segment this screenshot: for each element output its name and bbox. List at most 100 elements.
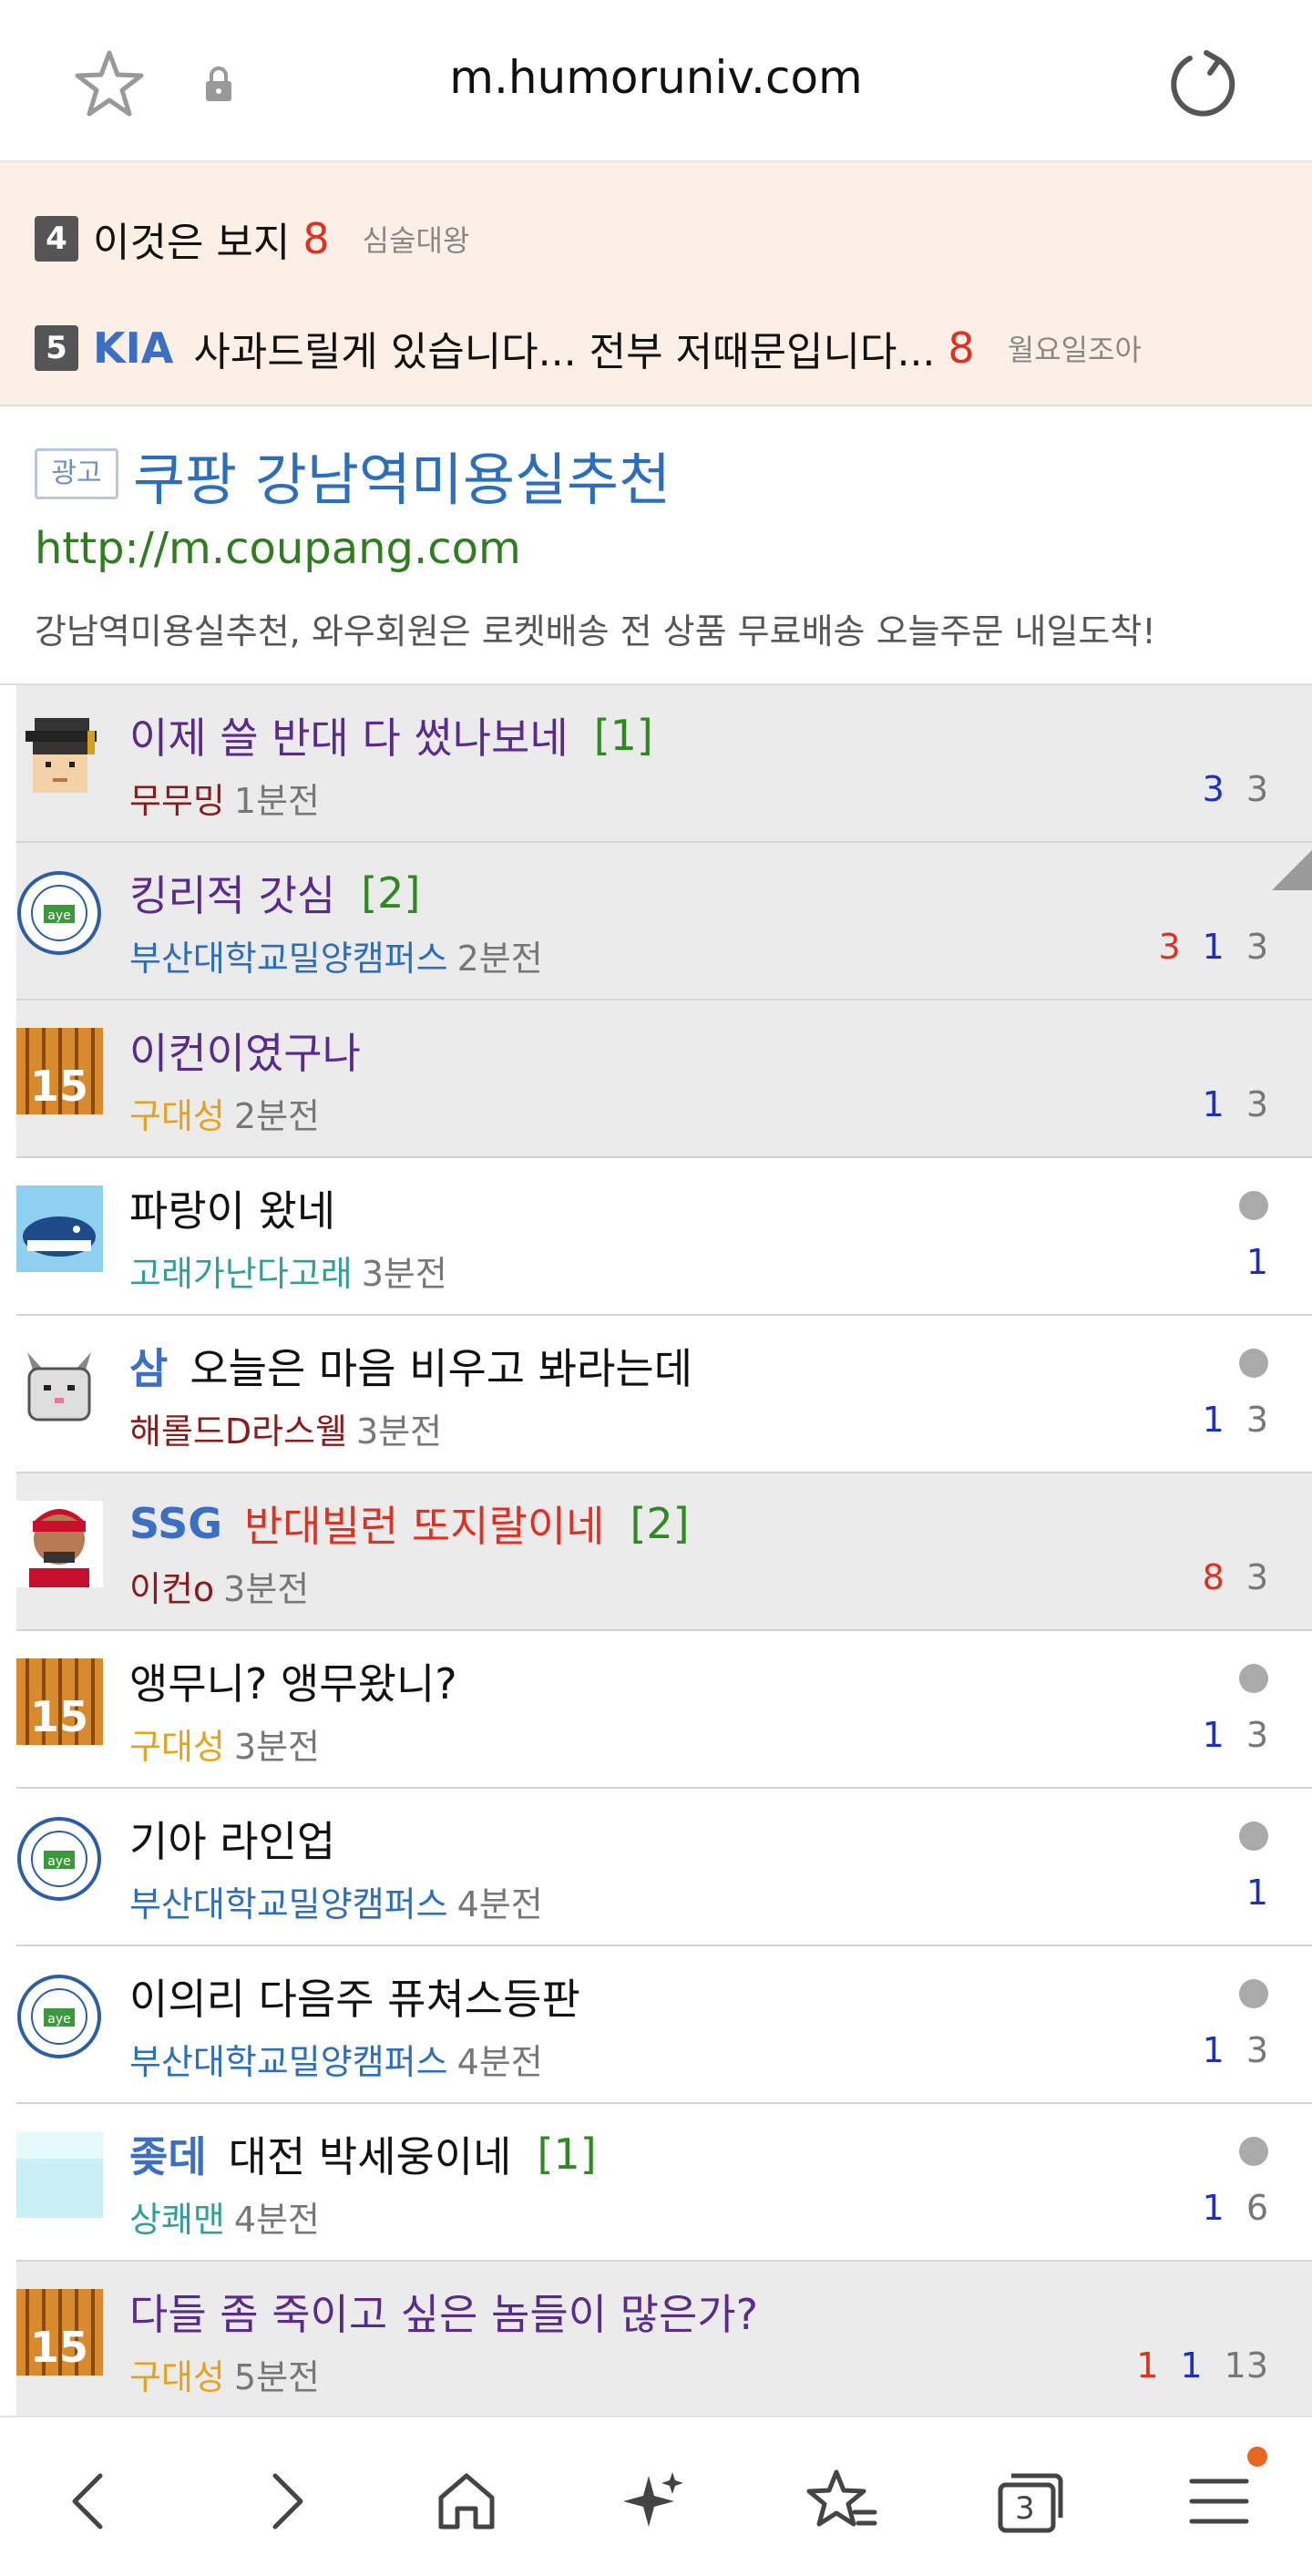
view-count: 3 <box>1245 1400 1268 1440</box>
browser-bottom-bar: 3 <box>0 2416 1312 2576</box>
avatar[interactable]: aye <box>16 870 103 957</box>
post-author[interactable]: 부산대학교밀양캠퍼스 <box>129 2042 448 2082</box>
post-title-row[interactable]: 삼 오늘은 마음 비우고 봐라는데 <box>129 1336 692 1396</box>
avatar[interactable] <box>16 1185 103 1272</box>
browser-address-bar: m.humoruniv.com <box>0 0 1312 162</box>
post-author[interactable]: 이컨o <box>129 1569 214 1609</box>
post-title[interactable]: 오늘은 마음 비우고 봐라는데 <box>190 1336 692 1396</box>
post-author[interactable]: 부산대학교밀양캠퍼스 <box>129 939 448 979</box>
post-title[interactable]: 이컨이였구나 <box>129 1021 361 1081</box>
post-title-row[interactable]: 이의리 다음주 퓨쳐스등판 <box>129 1966 580 2027</box>
post-title[interactable]: 대전 박세웅이네 <box>229 2124 512 2184</box>
post-author[interactable]: 무무밍 <box>129 781 225 821</box>
post-title[interactable]: 앵무니? 앵무왔니? <box>129 1651 457 1711</box>
post-author[interactable]: 고래가난다고래 <box>129 1254 353 1294</box>
reply-count: [1] <box>593 711 653 760</box>
post-stats: 13 <box>1203 1400 1268 1440</box>
post-title-row[interactable]: 기아 라인업 <box>129 1809 335 1869</box>
post-title-row[interactable]: 앵무니? 앵무왔니? <box>129 1651 457 1711</box>
best-post-title[interactable]: 사과드릴게 있습니다... 전부 저때문입니다... <box>193 319 935 377</box>
unread-dot <box>1239 2137 1268 2166</box>
post-stats: 1 <box>1246 1242 1268 1282</box>
team-tag: KIA <box>93 323 174 373</box>
post-title[interactable]: 반대빌런 또지랄이네 <box>244 1493 605 1554</box>
avatar[interactable]: aye <box>16 1974 103 2060</box>
avatar[interactable] <box>16 2131 103 2218</box>
best-post-item[interactable]: 4 이것은 보지 8 심술대왕 <box>35 210 469 268</box>
like-count: 1 <box>1202 1400 1225 1440</box>
dislike-count: 3 <box>1158 927 1181 967</box>
bookmarks-icon[interactable] <box>804 2463 880 2540</box>
post-title-row[interactable]: SSG 반대빌런 또지랄이네 [2] <box>129 1493 690 1554</box>
reply-count: [1] <box>537 2130 597 2179</box>
avatar[interactable] <box>16 713 103 799</box>
avatar[interactable] <box>16 1343 103 1430</box>
post-row[interactable]: 15 앵무니? 앵무왔니? 구대성 3분전 1 3 <box>16 1631 1312 1789</box>
post-row[interactable]: 15 이컨이였구나 구대성 2분전 1 3 <box>16 1001 1312 1158</box>
post-title-row[interactable]: 좆데 대전 박세웅이네 [1] <box>129 2124 597 2184</box>
forward-icon[interactable] <box>246 2463 323 2540</box>
post-author[interactable]: 해롤드D라스웰 <box>129 1411 347 1452</box>
best-posts-panel: 4 이것은 보지 8 심술대왕 5 KIA 사과드릴게 있습니다... 전부 저… <box>0 162 1312 406</box>
post-title-row[interactable]: 다들 좀 죽이고 싶은 놈들이 많은가? <box>129 2282 758 2342</box>
post-row[interactable]: 15 다들 좀 죽이고 싶은 놈들이 많은가? 구대성 5분전 1 1 13 <box>16 2262 1312 2419</box>
post-time: 4분전 <box>233 2200 320 2240</box>
best-post-author: 월요일조아 <box>1007 333 1142 367</box>
post-title[interactable]: 기아 라인업 <box>129 1809 335 1869</box>
post-title[interactable]: 파랑이 왔네 <box>129 1178 335 1238</box>
dislike-count: 1 <box>1136 2345 1159 2386</box>
post-title-row[interactable]: 파랑이 왔네 <box>129 1178 335 1238</box>
back-icon[interactable] <box>53 2463 129 2540</box>
avatar[interactable]: 15 <box>16 1658 103 1745</box>
rank-badge: 5 <box>35 325 78 371</box>
avatar[interactable] <box>16 1501 103 1587</box>
post-author[interactable]: 구대성 <box>129 2357 225 2397</box>
rank-badge: 4 <box>35 216 78 262</box>
post-meta: 구대성 3분전 <box>129 1719 320 1769</box>
post-row[interactable]: 삼 오늘은 마음 비우고 봐라는데 해롤드D라스웰 3분전 1 3 <box>16 1316 1312 1473</box>
post-row[interactable]: aye 킹리적 갓심 [2] 부산대학교밀양캠퍼스 2분전 3 1 3 <box>16 843 1312 1001</box>
svg-text:aye: aye <box>47 2012 70 2027</box>
post-author[interactable]: 상쾌맨 <box>129 2200 225 2240</box>
post-stats: 33 <box>1203 769 1268 809</box>
post-time: 2분전 <box>233 1096 320 1136</box>
post-row[interactable]: 이제 쓸 반대 다 썼나보네 [1] 무무밍 1분전 3 3 <box>16 685 1312 843</box>
ad-description: 강남역미용실추천, 와우회원은 로켓배송 전 상품 무료배송 오늘주문 내일도착… <box>35 611 1156 652</box>
post-title-row[interactable]: 킹리적 갓심 [2] <box>129 863 420 923</box>
post-meta: 구대성 2분전 <box>129 1088 320 1138</box>
post-stats: 1 <box>1246 1873 1268 1913</box>
tabs-button[interactable]: 3 <box>991 2463 1068 2540</box>
url-text[interactable]: m.humoruniv.com <box>0 51 1312 104</box>
post-author[interactable]: 부산대학교밀양캠퍼스 <box>129 1884 448 1924</box>
post-row[interactable]: 좆데 대전 박세웅이네 [1] 상쾌맨 4분전 1 6 <box>16 2104 1312 2262</box>
post-title-row[interactable]: 이컨이였구나 <box>129 1021 361 1081</box>
best-post-title[interactable]: 이것은 보지 <box>93 210 290 268</box>
view-count: 3 <box>1245 2030 1268 2070</box>
sparkle-icon[interactable] <box>616 2463 692 2540</box>
post-row[interactable]: aye 기아 라인업 부산대학교밀양캠퍼스 4분전 1 <box>16 1789 1312 1946</box>
avatar[interactable]: 15 <box>16 2289 103 2376</box>
avatar[interactable]: aye <box>16 1816 103 1903</box>
post-author[interactable]: 구대성 <box>129 1727 225 1767</box>
post-stats: 1 1 13 <box>1136 2345 1268 2386</box>
ad-link[interactable]: http://m.coupang.com <box>35 523 521 574</box>
post-title[interactable]: 킹리적 갓심 <box>129 863 335 923</box>
post-title[interactable]: 다들 좀 죽이고 싶은 놈들이 많은가? <box>129 2282 758 2342</box>
like-count: 1 <box>1202 927 1225 967</box>
post-author[interactable]: 구대성 <box>129 1096 225 1136</box>
best-post-item[interactable]: 5 KIA 사과드릴게 있습니다... 전부 저때문입니다... 8 월요일조아 <box>35 319 1142 377</box>
ad-title[interactable]: 쿠팡 강남역미용실추천 <box>133 434 671 516</box>
menu-icon[interactable] <box>1181 2463 1257 2540</box>
avatar[interactable]: 15 <box>16 1028 103 1114</box>
post-title[interactable]: 이제 쓸 반대 다 썼나보네 <box>129 705 569 765</box>
home-icon[interactable] <box>428 2463 505 2540</box>
post-stats: 13 <box>1203 1715 1268 1755</box>
reload-icon[interactable] <box>1164 46 1241 122</box>
post-title[interactable]: 이의리 다음주 퓨쳐스등판 <box>129 1966 580 2027</box>
ad-block[interactable]: 광고 쿠팡 강남역미용실추천 http://m.coupang.com 강남역미… <box>0 406 1312 685</box>
post-row[interactable]: aye 이의리 다음주 퓨쳐스등판 부산대학교밀양캠퍼스 4분전 1 3 <box>16 1946 1312 2104</box>
post-row[interactable]: 파랑이 왔네 고래가난다고래 3분전 1 <box>16 1158 1312 1316</box>
post-stats: 13 <box>1203 2030 1268 2070</box>
post-row[interactable]: SSG 반대빌런 또지랄이네 [2] 이컨o 3분전 8 3 <box>16 1473 1312 1631</box>
post-title-row[interactable]: 이제 쓸 반대 다 썼나보네 [1] <box>129 705 653 765</box>
